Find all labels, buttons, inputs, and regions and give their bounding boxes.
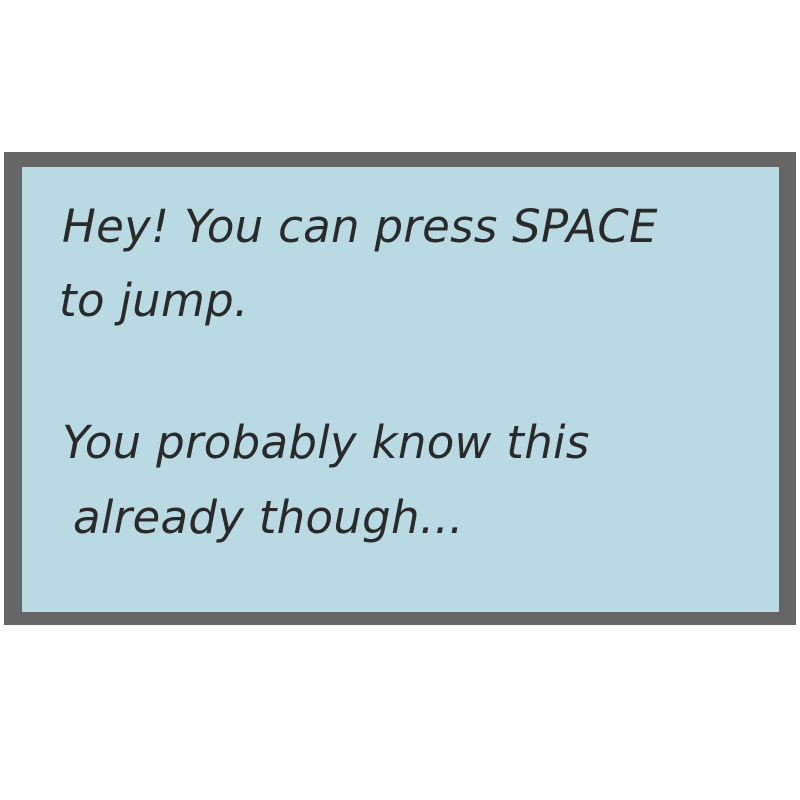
dialog-text-line-2: to jump. bbox=[59, 274, 249, 327]
game-screen: Hey! You can press SPACE to jump. You pr… bbox=[0, 0, 800, 800]
dialog-panel: Hey! You can press SPACE to jump. You pr… bbox=[22, 167, 779, 612]
dialog-box: Hey! You can press SPACE to jump. You pr… bbox=[4, 152, 796, 625]
dialog-text-line-4: already though... bbox=[73, 491, 464, 544]
dialog-text-line-1: Hey! You can press SPACE bbox=[62, 200, 658, 253]
dialog-text-line-3: You probably know this bbox=[62, 416, 590, 469]
